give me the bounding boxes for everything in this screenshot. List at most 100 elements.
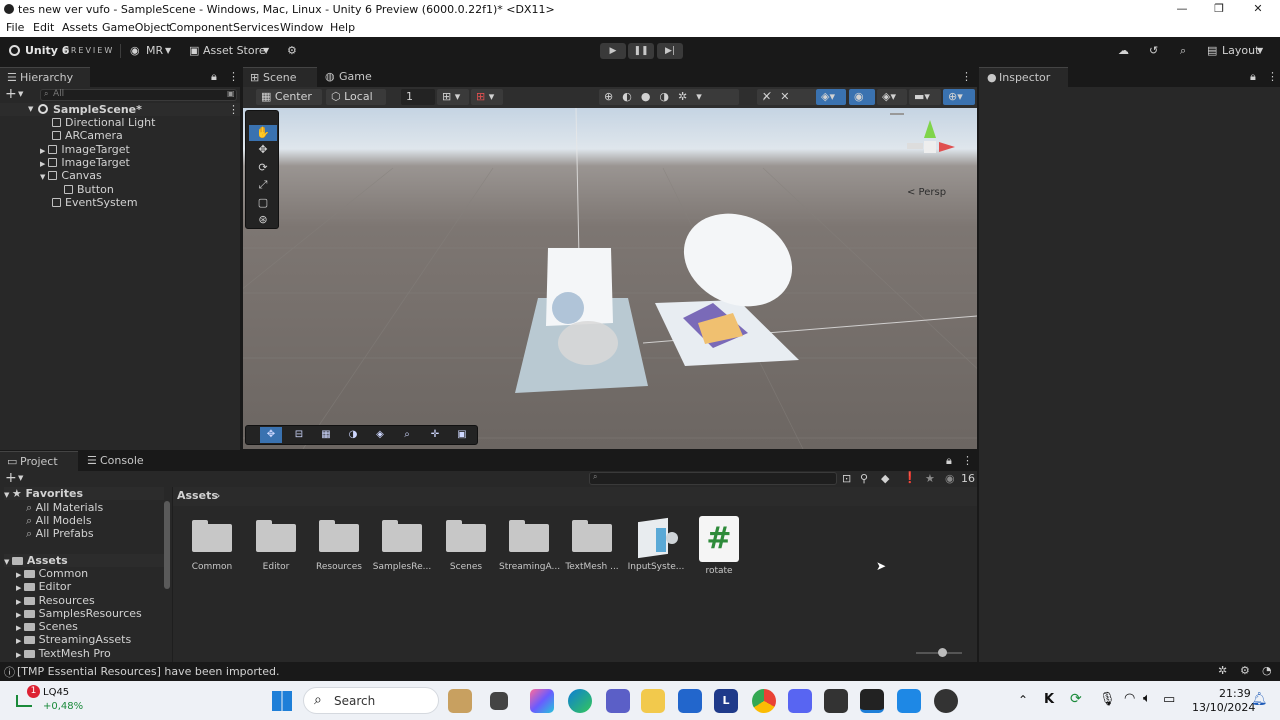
tab-inspector[interactable]: ● Inspector [979,67,1068,87]
asset-tile-inputsystem[interactable]: InputSyste... [626,517,686,572]
gizmo-toggles[interactable]: ✕̸✕ [757,89,817,105]
microphone-icon[interactable]: 🎙︎ [1099,692,1116,707]
progress-icon[interactable]: ◔ [1262,664,1272,677]
layout-dropdown[interactable]: Layout [1222,44,1259,57]
grid-tool-icon[interactable]: ▦ [315,427,337,443]
icon-size-slider[interactable] [916,648,962,657]
stock-name[interactable]: LQ45 [43,687,69,698]
tab-console[interactable]: ☰ Console [80,451,160,471]
asset-tile-folder[interactable]: Editor [246,518,306,572]
folder-item[interactable]: ▶ SamplesResources [16,607,142,620]
taskbar-search-box[interactable]: ⌕ Search [303,687,439,714]
copilot-icon[interactable] [530,689,554,713]
lock-icon[interactable]: 🔒︎ [211,70,217,84]
folder-item[interactable]: ▶ Common [16,567,88,580]
unity-hub-icon[interactable] [824,689,848,713]
maximize-button[interactable]: ❐ [1209,2,1229,15]
transform-tool-icon[interactable]: ⊛ [249,212,277,228]
eye-icon[interactable]: ◉ [945,472,955,485]
orientation-gizmo[interactable] [905,118,960,178]
speaker-icon[interactable]: 🔈︎ [1143,691,1151,706]
asset-tile-folder[interactable]: SamplesRe... [372,518,432,572]
asset-store-button[interactable]: Asset Store [203,44,266,57]
warning-icon[interactable]: ❗ [903,471,917,484]
close-button[interactable]: ✕ [1248,2,1268,15]
menu-gameobject[interactable]: GameObject [102,21,171,34]
move-tool-icon[interactable]: ✥ [260,427,282,443]
menu-assets[interactable]: Assets [62,21,98,34]
project-search-input[interactable]: ⌕ [589,472,837,485]
space-dropdown[interactable]: ⬡ Local ▾ [326,89,386,119]
camera-tool-icon[interactable]: ▣ [451,427,473,443]
notification-bell-icon[interactable]: 🔔︎ [1251,692,1268,707]
pivot-dropdown[interactable]: ▦ Center ▾ [256,89,322,119]
wifi-icon[interactable]: ◠ [1124,691,1135,706]
clock-time[interactable]: 21:39 [1219,687,1251,700]
menu-services[interactable]: Services [233,21,279,34]
menu-file[interactable]: File [6,21,24,34]
compile-icon[interactable]: ⚙ [1240,664,1250,677]
asset-tile-folder[interactable]: Resources [309,518,369,572]
debug-icon[interactable]: ✲ [1218,664,1227,677]
star-icon[interactable]: ★ [925,472,935,485]
hierarchy-item[interactable]: ARCamera [52,129,123,142]
more-menu-icon[interactable]: ⋮ [228,70,239,83]
tag-icon[interactable]: ◆ [881,472,889,485]
more-menu-icon[interactable]: ⋮ [962,454,973,467]
lock-icon[interactable]: 🔒︎ [1250,70,1256,84]
menu-window[interactable]: Window [280,21,323,34]
tab-scene[interactable]: ⊞ Scene [243,67,317,87]
splitter[interactable] [172,487,173,662]
step-button[interactable]: ▶| [657,43,683,59]
camera-settings-dropdown[interactable]: ▬▾ [909,89,941,105]
pivot-tool-icon[interactable]: ✛ [424,427,446,443]
play-button[interactable]: ▶ [600,43,626,59]
scene-root-item[interactable]: ▼ SampleScene* ⋮ [0,103,240,116]
viewport-options-handle[interactable] [890,113,904,115]
sync-tray-icon[interactable]: ⟳ [1070,691,1082,707]
github-desktop-icon[interactable] [934,689,958,713]
search-filter-icon[interactable]: ▣ [227,89,235,98]
store-icon[interactable] [678,689,702,713]
add-icon[interactable]: + [5,470,17,486]
gear-icon[interactable]: ⚙ [287,44,297,57]
favorites-header[interactable]: ▼ ★ Favorites [4,487,164,500]
layers-dropdown[interactable]: ◈▾ [816,89,846,105]
more-menu-icon[interactable]: ⋮ [228,103,239,116]
project-tree-scrollbar[interactable] [164,501,170,589]
asset-tile-script[interactable]: # rotate [689,516,749,576]
rect-tool-icon[interactable]: ▢ [249,195,277,211]
more-menu-icon[interactable]: ⋮ [1267,70,1278,83]
asset-tile-folder[interactable]: Common [182,518,242,572]
lock-icon[interactable]: 🔒︎ [946,454,952,468]
pause-button[interactable]: ❚❚ [628,43,654,59]
status-message[interactable]: [TMP Essential Resources] have been impo… [17,665,279,678]
account-button[interactable]: MR [146,44,163,57]
tab-project[interactable]: ▭ Project [0,451,78,471]
hierarchy-item[interactable]: ▼ Canvas [40,169,102,182]
asset-tile-folder[interactable]: TextMesh ... [562,518,622,572]
scene-camera-dropdown[interactable]: ◈▾ [877,89,907,105]
favorite-item[interactable]: ⌕ All Prefabs [26,527,94,540]
menu-help[interactable]: Help [330,21,355,34]
add-icon[interactable]: + [5,86,17,102]
folder-item[interactable]: ▶ Scenes [16,620,78,633]
windows-start-icon[interactable] [272,691,292,711]
folder-item[interactable]: ▶ StreamingAssets [16,633,131,646]
clock-date[interactable]: 13/10/2024 [1192,701,1255,714]
file-explorer-icon[interactable] [641,689,665,713]
grid-snap-value[interactable]: 1 [401,89,435,105]
favorite-item[interactable]: ⌕ All Materials [26,501,103,514]
cloud-icon[interactable]: ☁ [1118,44,1129,57]
task-view-icon[interactable] [490,692,508,710]
chevron-up-icon[interactable]: ⌃ [1018,693,1028,707]
tab-hierarchy[interactable]: ☰ Hierarchy [0,67,90,87]
hierarchy-item[interactable]: Button [64,183,114,196]
unity-editor-icon[interactable] [860,689,884,713]
folder-item[interactable]: ▶ Editor [16,580,71,593]
filter-by-label-icon[interactable]: ⚲ [860,472,868,485]
hand-tool-icon[interactable]: ✋ [249,125,277,141]
filter-by-type-icon[interactable]: ⊡ [842,472,851,485]
visibility-toggle[interactable]: ◉ [849,89,875,105]
snap-increment-toggle[interactable]: ⊞ ▾ [471,89,503,105]
